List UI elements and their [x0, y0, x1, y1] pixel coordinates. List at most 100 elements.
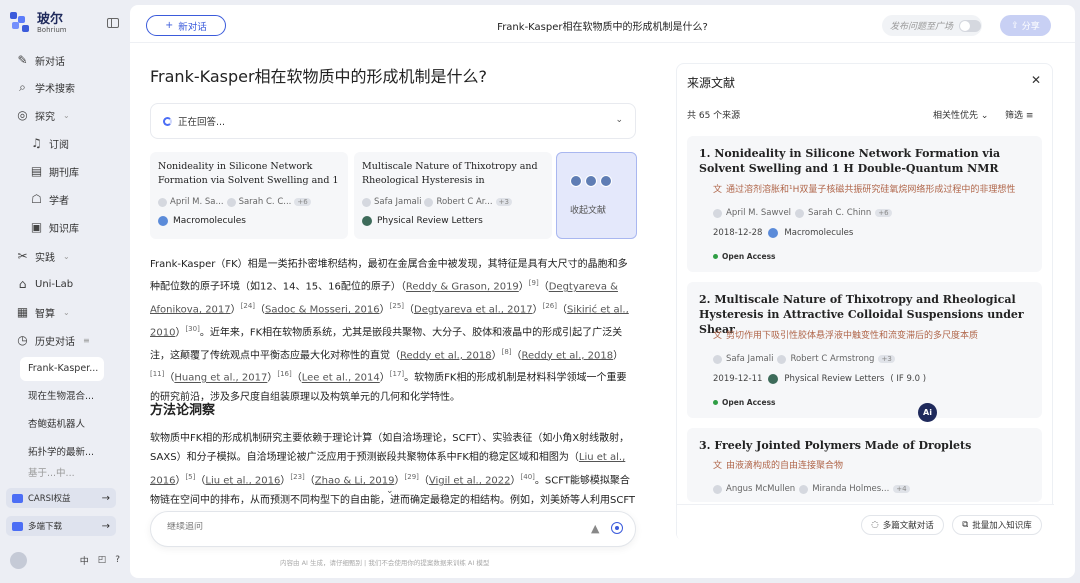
journal-logo-icon — [768, 374, 779, 384]
sidebar-item-knowledge[interactable]: ▣ 知识库 — [30, 218, 79, 236]
lab-icon: ⌂ — [18, 276, 27, 291]
sidebar-item-journals[interactable]: ▤ 期刊库 — [30, 162, 79, 180]
sidebar-item-explore[interactable]: ◎ 探究 ⌄ — [16, 106, 70, 124]
author-icon — [713, 354, 722, 364]
collapse-references-button[interactable]: 收起文献 — [556, 152, 637, 239]
chevron-down-icon: ⌄ — [63, 307, 70, 317]
chevron-down-icon: ⌄ — [63, 251, 70, 261]
author-icon — [424, 197, 434, 207]
author-icon — [713, 208, 722, 218]
text-format-icon[interactable]: ▲ — [591, 522, 599, 535]
history-item[interactable]: 现在生物混合... — [20, 385, 120, 409]
message-icon[interactable]: ◰ — [98, 555, 107, 565]
author-icon — [158, 197, 167, 207]
ai-assistant-button[interactable]: Ai — [918, 403, 937, 422]
history-item[interactable]: Frank-Kasper... — [20, 357, 104, 381]
answer-paragraph: Frank-Kasper（FK）相是一类拓扑密堆积结构，最初在金属合金中被发现，… — [150, 259, 629, 404]
explore-icon: ◎ — [17, 107, 28, 122]
language-switch[interactable]: 中 — [80, 554, 89, 567]
citation-link[interactable]: Degtyareva et al., 2017 — [414, 304, 533, 315]
chat-icon: ◌ — [871, 520, 879, 530]
toggle-switch[interactable] — [959, 19, 982, 32]
bell-icon: ♫ — [31, 135, 42, 150]
reference-card[interactable]: Nonideality in Silicone Network Formatio… — [150, 152, 348, 239]
close-icon[interactable]: ✕ — [1031, 73, 1041, 87]
arrow-right-icon: → — [101, 520, 110, 532]
citation-link[interactable]: Zhao & Li, 2019 — [315, 475, 395, 486]
gift-icon — [12, 493, 23, 503]
citation-link[interactable]: Reddy & Grason, 2019 — [406, 282, 519, 293]
sidebar-item-new-chat[interactable]: ✎ 新对话 — [16, 51, 65, 69]
loading-spinner-icon — [163, 116, 172, 126]
batch-add-knowledge-button[interactable]: ⧉ 批量加入知识库 — [952, 515, 1042, 535]
history-item[interactable]: 拓扑学的最新... — [20, 441, 120, 465]
multi-doc-chat-button[interactable]: ◌ 多篇文献对话 — [861, 515, 944, 535]
share-button[interactable]: ⇪ 分享 — [1000, 15, 1051, 36]
citation-link[interactable]: Reddy et al., 2018 — [400, 350, 492, 361]
citation-link[interactable]: Liu et al., 2016 — [205, 475, 280, 486]
compute-icon: ▦ — [16, 304, 29, 319]
sidebar-item-compute[interactable]: ▦ 智算 ⌄ — [16, 303, 70, 321]
avatar[interactable] — [10, 551, 27, 569]
send-icon[interactable] — [611, 522, 623, 534]
sidebar: 玻尔 Bohrium ✎ 新对话 ⌕ 学术搜索 ◎ 探究 ⌄ ♫ 订阅 ▤ 期刊库 ☖ 学者 … — [0, 0, 128, 583]
sidebar-collapse-icon[interactable] — [107, 18, 119, 28]
question-title: Frank-Kasper相在软物质中的形成机制是什么? — [150, 67, 488, 86]
menu-icon: ≡ — [83, 335, 90, 345]
edit-icon: ✎ — [17, 52, 28, 67]
knowledge-icon: ▣ — [30, 219, 43, 234]
section-heading: 方法论洞察 — [150, 403, 216, 418]
citation-link[interactable]: Sadoc & Mosseri, 2016 — [265, 304, 380, 315]
follow-up-input[interactable] — [167, 522, 547, 532]
answer-paragraph: 软物质中FK相的形成机制研究主要依赖于理论计算（如自洽场理论，SCFT）、实验表… — [150, 433, 636, 506]
practice-icon: ✂ — [17, 248, 28, 263]
help-icon[interactable]: ? — [115, 555, 120, 565]
logo-icon — [10, 12, 32, 34]
citation-link[interactable]: Vigil et al., 2022 — [429, 475, 511, 486]
author-icon — [777, 354, 787, 364]
citation-link[interactable]: Reddy et al., 2018 — [522, 350, 614, 361]
translate-icon: 文 — [713, 461, 723, 471]
filter-button[interactable]: 筛选 ≡ — [1005, 108, 1033, 121]
source-item[interactable]: 1. Nonideality in Silicone Network Forma… — [687, 136, 1042, 272]
devices-icon — [12, 521, 23, 531]
app-logo[interactable]: 玻尔 Bohrium — [10, 12, 67, 34]
carsi-promo[interactable]: CARSI权益 → — [6, 488, 116, 508]
sidebar-item-practice[interactable]: ✂ 实践 ⌄ — [16, 247, 70, 265]
reference-card[interactable]: Multiscale Nature of Thixotropy and Rheo… — [354, 152, 552, 239]
sidebar-item-scholars[interactable]: ☖ 学者 — [30, 190, 69, 208]
sidebar-item-history[interactable]: ◷ 历史对话 ≡ — [16, 331, 90, 349]
filter-icon: ≡ — [1025, 111, 1034, 121]
topbar: + 新对话 Frank-Kasper相在软物质中的形成机制是什么? 发布问题至广场… — [130, 5, 1075, 43]
scroll-down-chevron-icon[interactable]: ⌄ — [386, 486, 394, 496]
author-icon — [799, 484, 809, 494]
download-promo[interactable]: 多端下载 → — [6, 516, 116, 536]
sidebar-item-academic-search[interactable]: ⌕ 学术搜索 — [16, 78, 75, 96]
source-item[interactable]: 3. Freely Jointed Polymers Made of Dropl… — [687, 428, 1042, 502]
citation-link[interactable]: Lee et al., 2014 — [302, 373, 380, 384]
sidebar-item-subscribe[interactable]: ♫ 订阅 — [30, 134, 69, 152]
folder-icon: ⧉ — [962, 520, 969, 530]
publish-toggle[interactable]: 发布问题至广场 — [882, 15, 982, 36]
source-count: 共 65 个来源 — [687, 111, 741, 121]
sort-dropdown[interactable]: 相关性优先 ⌄ — [933, 108, 988, 121]
author-icon — [226, 197, 236, 207]
author-icon — [713, 484, 722, 494]
chevron-down-icon: ⌄ — [980, 111, 989, 121]
source-item[interactable]: 2. Multiscale Nature of Thixotropy and R… — [687, 282, 1042, 418]
chevron-down-icon: ⌄ — [63, 110, 70, 120]
sidebar-item-uni-lab[interactable]: ⌂ Uni-Lab — [16, 275, 73, 293]
journal-icon: ▤ — [30, 163, 43, 178]
history-item[interactable]: 杏鲍菇机器人 — [20, 413, 120, 437]
author-icon — [362, 197, 371, 207]
sources-panel: 来源文献 ✕ 共 65 个来源 相关性优先 ⌄ 筛选 ≡ 1. Nonideal… — [676, 63, 1054, 542]
answering-status[interactable]: 正在回答... ⌄ — [150, 103, 636, 139]
arrow-right-icon: → — [101, 492, 110, 504]
history-icon: ◷ — [17, 332, 28, 347]
open-access-icon — [713, 254, 718, 259]
citation-link[interactable]: Huang et al., 2017 — [174, 373, 267, 384]
main-panel: + 新对话 Frank-Kasper相在软物质中的形成机制是什么? 发布问题至广场… — [130, 5, 1075, 578]
history-item[interactable]: 基于...中... — [20, 467, 120, 481]
journal-logo-icon — [158, 216, 168, 226]
share-icon: ⇪ — [1011, 20, 1019, 31]
